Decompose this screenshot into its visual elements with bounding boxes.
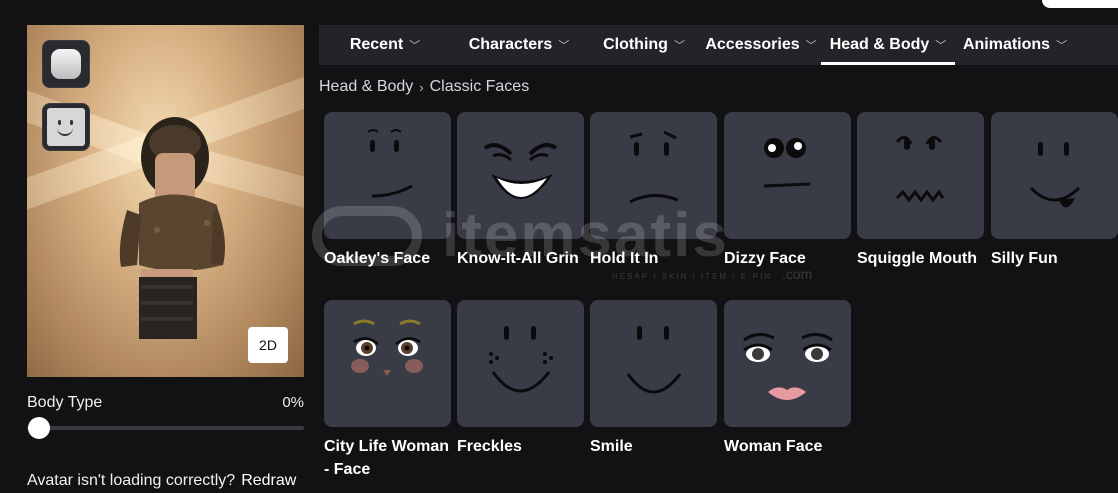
tab-label: Accessories bbox=[705, 36, 800, 53]
item-name[interactable]: Smile bbox=[590, 435, 717, 458]
item-name[interactable]: Woman Face bbox=[724, 435, 851, 458]
chevron-down-icon: ﹀ bbox=[805, 40, 817, 52]
chevron-down-icon: ﹀ bbox=[673, 40, 685, 52]
item-name[interactable]: City Life Woman - Face bbox=[324, 435, 451, 481]
item-thumbnail[interactable] bbox=[724, 112, 851, 239]
item-name[interactable]: Oakley's Face bbox=[324, 247, 451, 270]
item-name[interactable]: Freckles bbox=[457, 435, 584, 458]
body-type-slider-track[interactable] bbox=[27, 426, 304, 430]
avatar-loading-prompt: Avatar isn't loading correctly? bbox=[27, 472, 236, 489]
face-icon bbox=[47, 108, 85, 146]
breadcrumb: Head & Body › Classic Faces bbox=[319, 78, 529, 96]
top-right-button-edge[interactable] bbox=[1042, 0, 1118, 8]
item-card[interactable]: Woman Face bbox=[724, 300, 851, 458]
item-card[interactable]: Silly Fun bbox=[991, 112, 1118, 270]
item-card[interactable]: Freckles bbox=[457, 300, 584, 458]
hold-it-in-icon bbox=[629, 130, 679, 204]
head-icon bbox=[51, 49, 81, 79]
chevron-down-icon: ﹀ bbox=[1056, 40, 1068, 52]
head-thumbnail[interactable] bbox=[42, 40, 90, 88]
body-type-slider-thumb[interactable] bbox=[28, 417, 50, 439]
dizzy-face-icon bbox=[763, 138, 811, 188]
item-name[interactable]: Squiggle Mouth bbox=[857, 247, 984, 270]
item-card[interactable]: Oakley's Face bbox=[324, 112, 451, 270]
city-life-woman-face-icon bbox=[351, 319, 423, 376]
item-name[interactable]: Dizzy Face bbox=[724, 247, 851, 270]
item-card[interactable]: Dizzy Face bbox=[724, 112, 851, 270]
tab-recent[interactable]: Recent ﹀ bbox=[319, 25, 451, 65]
tab-label: Animations bbox=[962, 36, 1051, 53]
item-card[interactable]: Know-It-All Grin bbox=[457, 112, 584, 270]
item-thumbnail[interactable] bbox=[457, 300, 584, 427]
avatar-loading-row: Avatar isn't loading correctly? Redraw bbox=[27, 472, 296, 490]
item-thumbnail[interactable] bbox=[724, 300, 851, 427]
breadcrumb-current: Classic Faces bbox=[429, 78, 530, 95]
tab-accessories[interactable]: Accessories ﹀ bbox=[701, 25, 821, 65]
squiggle-mouth-icon bbox=[895, 136, 945, 203]
item-thumbnail[interactable] bbox=[324, 112, 451, 239]
item-name[interactable]: Hold It In bbox=[590, 247, 717, 270]
tab-label: Recent bbox=[349, 36, 404, 53]
chevron-down-icon: ﹀ bbox=[409, 40, 421, 52]
body-type-value: 0% bbox=[282, 394, 304, 411]
item-thumbnail[interactable] bbox=[991, 112, 1118, 239]
face-thumbnail[interactable] bbox=[42, 103, 90, 151]
breadcrumb-parent[interactable]: Head & Body bbox=[319, 78, 413, 96]
item-thumbnail[interactable] bbox=[324, 300, 451, 427]
tab-characters[interactable]: Characters ﹀ bbox=[451, 25, 587, 65]
tab-clothing[interactable]: Clothing ﹀ bbox=[587, 25, 701, 65]
chevron-down-icon: ﹀ bbox=[558, 40, 570, 52]
redraw-link[interactable]: Redraw bbox=[241, 472, 296, 489]
item-name[interactable]: Know-It-All Grin bbox=[457, 247, 584, 270]
item-thumbnail[interactable] bbox=[590, 112, 717, 239]
chevron-down-icon: ﹀ bbox=[935, 40, 947, 52]
woman-face-icon bbox=[743, 333, 833, 400]
tab-label: Characters bbox=[468, 36, 553, 53]
watermark-tagline: HESAP / SKIN / ITEM / E-PIN bbox=[612, 272, 773, 281]
item-card[interactable]: Squiggle Mouth bbox=[857, 112, 984, 270]
smile-icon bbox=[626, 326, 682, 394]
item-thumbnail[interactable] bbox=[857, 112, 984, 239]
tab-animations[interactable]: Animations ﹀ bbox=[955, 25, 1075, 65]
freckles-icon bbox=[489, 326, 553, 393]
item-card[interactable]: Smile bbox=[590, 300, 717, 458]
avatar-preview: 2D bbox=[27, 25, 304, 377]
item-name[interactable]: Silly Fun bbox=[991, 247, 1118, 270]
tab-label: Head & Body bbox=[829, 36, 930, 53]
item-card[interactable]: Hold It In bbox=[590, 112, 717, 270]
category-nav: Recent ﹀ Characters ﹀ Clothing ﹀ Accessorie… bbox=[319, 25, 1118, 65]
silly-fun-icon bbox=[1029, 142, 1081, 208]
know-it-all-grin-icon bbox=[483, 143, 558, 199]
item-card[interactable]: City Life Woman - Face bbox=[324, 300, 451, 481]
item-thumbnail[interactable] bbox=[457, 112, 584, 239]
tab-head-and-body[interactable]: Head & Body ﹀ bbox=[821, 25, 955, 65]
toggle-2d-button[interactable]: 2D bbox=[248, 327, 288, 363]
item-thumbnail[interactable] bbox=[590, 300, 717, 427]
body-type-label: Body Type bbox=[27, 394, 103, 411]
oakley-face-icon bbox=[367, 129, 413, 198]
chevron-right-icon: › bbox=[419, 79, 424, 95]
tab-label: Clothing bbox=[603, 36, 668, 53]
